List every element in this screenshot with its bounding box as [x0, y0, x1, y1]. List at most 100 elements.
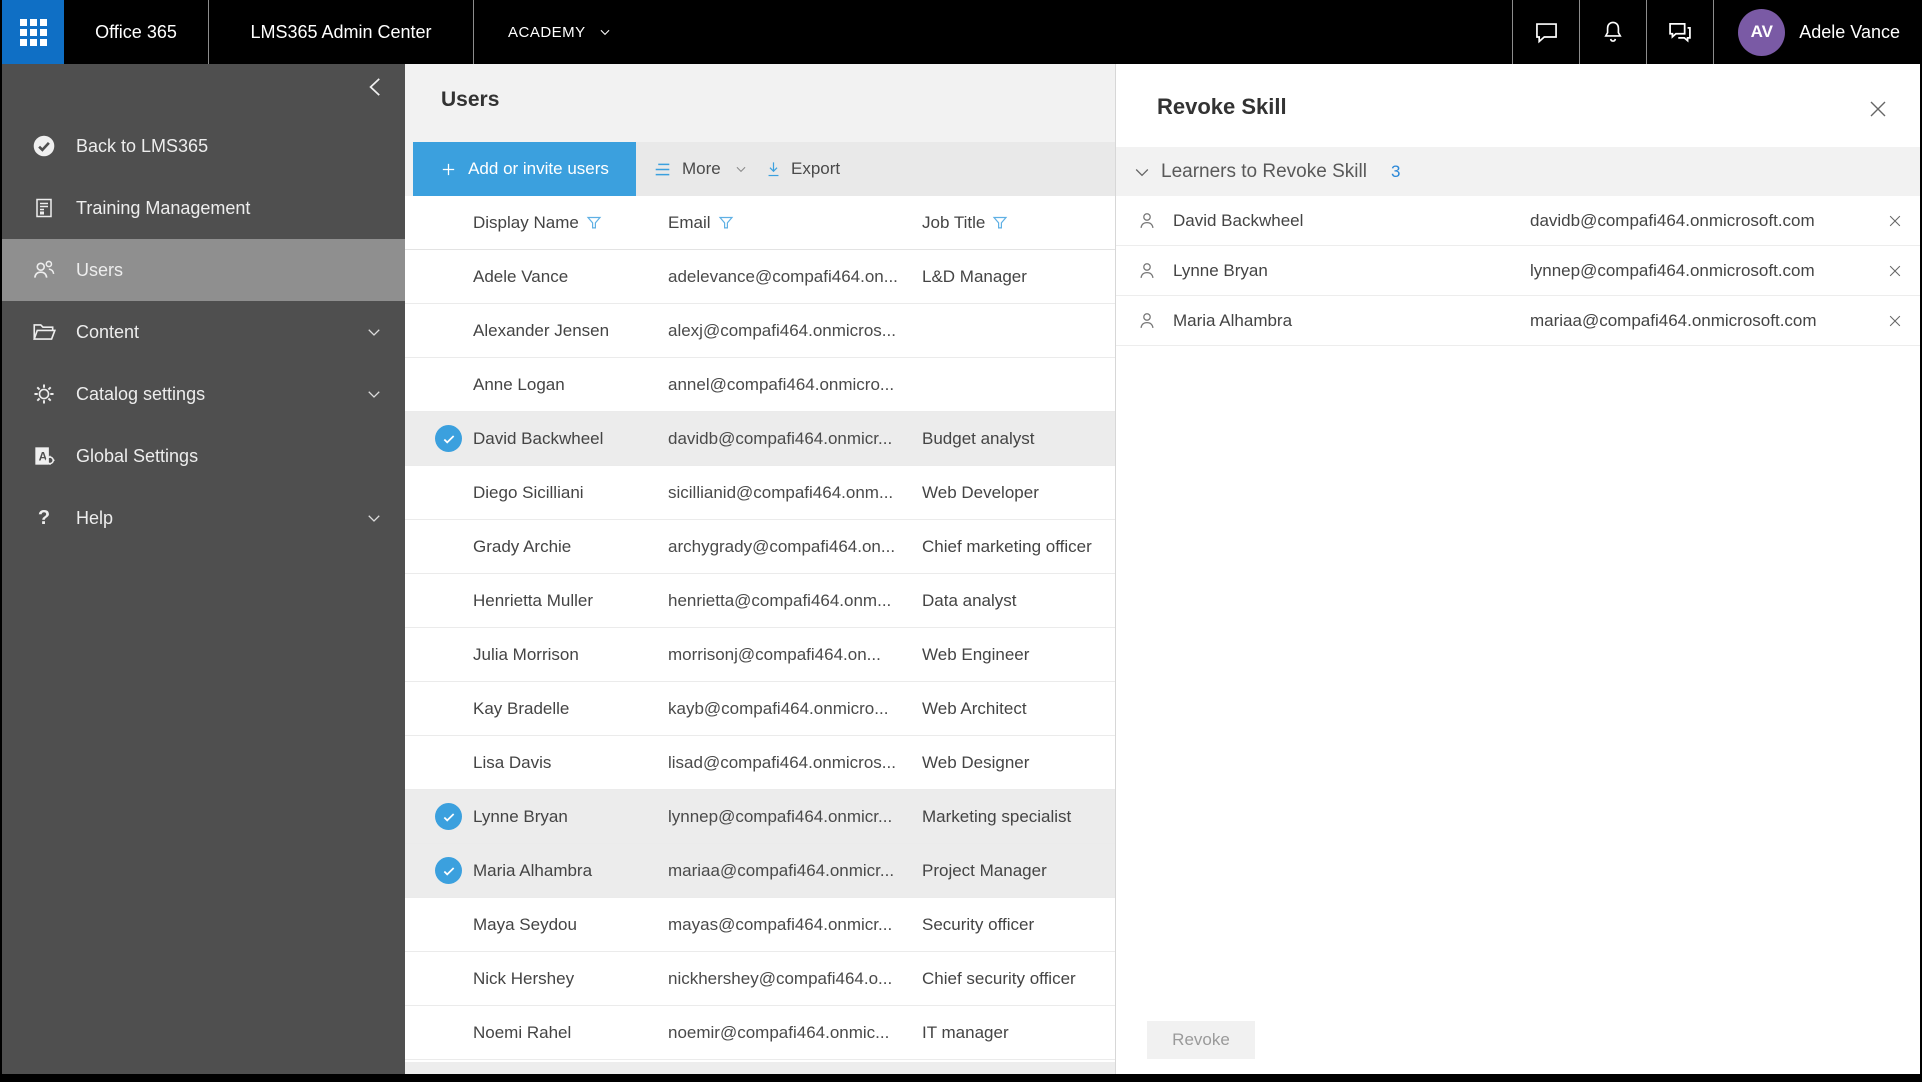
cell-display-name: Lynne Bryan	[473, 790, 663, 843]
feedback-button[interactable]	[1647, 0, 1713, 64]
training-management-icon	[30, 194, 58, 222]
user-name: Adele Vance	[1799, 22, 1900, 43]
row-check	[435, 857, 462, 884]
table-row[interactable]: Anne Logan annel@compafi464.onmicro...	[405, 358, 1115, 412]
cell-display-name: David Backwheel	[473, 412, 663, 465]
table-row[interactable]: Noemi Rahel noemir@compafi464.onmic... I…	[405, 1006, 1115, 1060]
table-body: Adele Vance adelevance@compafi464.on... …	[405, 250, 1115, 1060]
table-row[interactable]: Grady Archie archygrady@compafi464.on...…	[405, 520, 1115, 574]
filter-icon[interactable]	[992, 215, 1008, 231]
revoke-button[interactable]: Revoke	[1147, 1021, 1255, 1059]
close-icon	[1886, 312, 1904, 330]
cell-email: nickhershey@compafi464.o...	[668, 952, 916, 1005]
learner-email: mariaa@compafi464.onmicrosoft.com	[1530, 296, 1817, 345]
app-launcher-button[interactable]	[2, 0, 64, 64]
cell-email: davidb@compafi464.onmicr...	[668, 412, 916, 465]
cell-job-title: Web Developer	[922, 466, 1107, 519]
account-menu[interactable]: AV Adele Vance	[1714, 0, 1922, 64]
column-header-job-title[interactable]: Job Title	[922, 196, 1008, 250]
more-label: More	[682, 159, 721, 179]
export-button[interactable]: Export	[765, 142, 840, 196]
learners-section-header[interactable]: Learners to Revoke Skill 3	[1116, 147, 1920, 196]
cell-display-name: Diego Sicilliani	[473, 466, 663, 519]
row-check	[435, 371, 462, 398]
cell-job-title: Chief security officer	[922, 952, 1107, 1005]
academy-dropdown[interactable]: ACADEMY	[474, 0, 646, 64]
academy-label: ACADEMY	[508, 24, 586, 41]
table-footer-strip	[405, 1062, 1115, 1074]
cell-email: mariaa@compafi464.onmicr...	[668, 844, 916, 897]
office-365-link[interactable]: Office 365	[64, 0, 208, 64]
remove-learner-button[interactable]	[1886, 212, 1904, 230]
cell-email: adelevance@compafi464.on...	[668, 250, 916, 303]
cell-email: archygrady@compafi464.on...	[668, 520, 916, 573]
learner-name: Maria Alhambra	[1173, 296, 1292, 345]
column-header-display-name[interactable]: Display Name	[473, 196, 602, 250]
sidebar-item-content[interactable]: Content	[2, 301, 405, 363]
column-label: Email	[668, 213, 711, 233]
sidebar-item-back-to-lms365[interactable]: Back to LMS365	[2, 115, 405, 177]
sidebar-item-label: Content	[76, 322, 139, 343]
close-icon	[1886, 212, 1904, 230]
table-row[interactable]: David Backwheel davidb@compafi464.onmicr…	[405, 412, 1115, 466]
remove-learner-button[interactable]	[1886, 312, 1904, 330]
sidebar-item-catalog-settings[interactable]: Catalog settings	[2, 363, 405, 425]
column-header-email[interactable]: Email	[668, 196, 734, 250]
table-row[interactable]: Kay Bradelle kayb@compafi464.onmicro... …	[405, 682, 1115, 736]
close-icon	[1886, 262, 1904, 280]
column-label: Display Name	[473, 213, 579, 233]
selected-check-icon	[435, 803, 462, 830]
notifications-button[interactable]	[1580, 0, 1646, 64]
row-check	[435, 641, 462, 668]
admin-center-link[interactable]: LMS365 Admin Center	[209, 0, 473, 64]
learner-row: Maria Alhambra mariaa@compafi464.onmicro…	[1116, 296, 1920, 346]
cell-email: noemir@compafi464.onmic...	[668, 1006, 916, 1059]
section-label: Learners to Revoke Skill	[1161, 161, 1367, 183]
remove-learner-button[interactable]	[1886, 262, 1904, 280]
add-button-label: Add or invite users	[468, 159, 609, 179]
table-row[interactable]: Nick Hershey nickhershey@compafi464.o...…	[405, 952, 1115, 1006]
add-or-invite-users-button[interactable]: Add or invite users	[413, 142, 636, 196]
table-row[interactable]: Lisa Davis lisad@compafi464.onmicros... …	[405, 736, 1115, 790]
row-check	[435, 587, 462, 614]
sidebar-item-global-settings[interactable]: A Global Settings	[2, 425, 405, 487]
sidebar-item-label: Training Management	[76, 198, 250, 219]
cell-job-title: Web Architect	[922, 682, 1107, 735]
sidebar-item-help[interactable]: ? Help	[2, 487, 405, 549]
table-row[interactable]: Diego Sicilliani sicillianid@compafi464.…	[405, 466, 1115, 520]
filter-icon[interactable]	[718, 215, 734, 231]
panel-close-button[interactable]	[1866, 97, 1890, 121]
table-row[interactable]: Maya Seydou mayas@compafi464.onmicr... S…	[405, 898, 1115, 952]
sidebar-item-users[interactable]: Users	[2, 239, 405, 301]
sidebar-collapse-button[interactable]	[363, 74, 389, 100]
cell-job-title	[922, 304, 1107, 357]
cell-email: alexj@compafi464.onmicros...	[668, 304, 916, 357]
app-window: Office 365 LMS365 Admin Center ACADEMY A…	[0, 0, 1922, 1082]
users-icon	[30, 256, 58, 284]
row-check	[435, 533, 462, 560]
table-row[interactable]: Henrietta Muller henrietta@compafi464.on…	[405, 574, 1115, 628]
cell-job-title: Budget analyst	[922, 412, 1107, 465]
table-row[interactable]: Alexander Jensen alexj@compafi464.onmicr…	[405, 304, 1115, 358]
table-row[interactable]: Julia Morrison morrisonj@compafi464.on..…	[405, 628, 1115, 682]
learner-name: David Backwheel	[1173, 196, 1303, 245]
chat-button[interactable]	[1513, 0, 1579, 64]
more-menu-button[interactable]: More	[652, 142, 748, 196]
row-check	[435, 803, 462, 830]
cell-email: annel@compafi464.onmicro...	[668, 358, 916, 411]
cell-display-name: Grady Archie	[473, 520, 663, 573]
table-row[interactable]: Lynne Bryan lynnep@compafi464.onmicr... …	[405, 790, 1115, 844]
waffle-icon	[20, 19, 47, 46]
learner-row: Lynne Bryan lynnep@compafi464.onmicrosof…	[1116, 246, 1920, 296]
table-row[interactable]: Maria Alhambra mariaa@compafi464.onmicr.…	[405, 844, 1115, 898]
sidebar-item-training-management[interactable]: Training Management	[2, 177, 405, 239]
cell-email: mayas@compafi464.onmicr...	[668, 898, 916, 951]
avatar: AV	[1738, 9, 1785, 56]
cell-email: morrisonj@compafi464.on...	[668, 628, 916, 681]
close-icon	[1866, 97, 1890, 121]
row-check	[435, 911, 462, 938]
sidebar-item-label: Help	[76, 508, 113, 529]
table-row[interactable]: Adele Vance adelevance@compafi464.on... …	[405, 250, 1115, 304]
filter-icon[interactable]	[586, 215, 602, 231]
global-settings-icon: A	[30, 442, 58, 470]
